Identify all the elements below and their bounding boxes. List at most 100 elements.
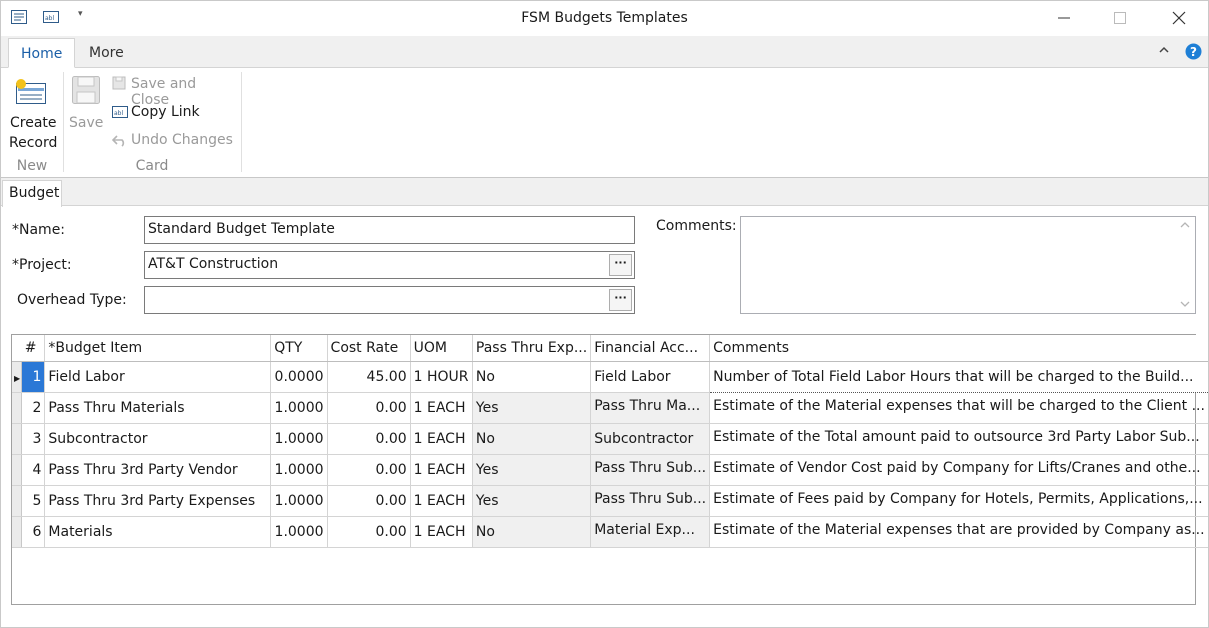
row-selector[interactable] xyxy=(12,423,23,455)
column-header-financial-account[interactable]: Financial Acc... xyxy=(590,335,711,362)
row-selector-header xyxy=(12,335,22,362)
row-number-cell[interactable]: 4 xyxy=(21,454,46,486)
uom-cell[interactable]: 1 EACH xyxy=(410,516,473,548)
undo-icon xyxy=(111,133,127,151)
pass-thru-cell[interactable]: Yes xyxy=(472,392,592,424)
uom-cell[interactable]: 1 EACH xyxy=(410,485,473,517)
qty-cell[interactable]: 1.0000 xyxy=(270,392,328,424)
comments-label: Comments: xyxy=(656,218,737,234)
row-selector[interactable] xyxy=(12,454,23,486)
uom-cell[interactable]: 1 EACH xyxy=(410,423,473,455)
ribbon-tab-strip xyxy=(0,36,1209,68)
column-header-budget-item[interactable]: *Budget Item xyxy=(44,335,272,362)
financial-account-cell[interactable]: Subcontractor xyxy=(590,423,711,455)
pass-thru-cell[interactable]: No xyxy=(472,361,592,393)
pass-thru-cell[interactable]: Yes xyxy=(472,485,592,517)
overhead-type-lookup-button[interactable]: ··· xyxy=(609,289,632,311)
budget-item-cell[interactable]: Materials xyxy=(44,516,272,548)
table-row[interactable]: 3 Subcontractor 1.0000 0.00 1 EACH No Su… xyxy=(12,423,1209,455)
uom-cell[interactable]: 1 EACH xyxy=(410,392,473,424)
row-number-cell[interactable]: 1 xyxy=(21,361,46,393)
column-header-number[interactable]: # xyxy=(21,335,46,362)
row-selector[interactable] xyxy=(12,516,23,548)
save-button[interactable]: Save xyxy=(66,72,106,136)
budget-item-cell[interactable]: Pass Thru Materials xyxy=(44,392,272,424)
column-header-uom[interactable]: UOM xyxy=(410,335,473,362)
financial-account-cell[interactable]: Field Labor xyxy=(590,361,711,393)
comments-field[interactable] xyxy=(740,216,1196,314)
column-header-comments[interactable]: Comments xyxy=(709,335,1209,362)
comments-cell[interactable]: Estimate of the Material expenses that w… xyxy=(709,392,1209,424)
table-row[interactable]: ▶ 1 Field Labor 0.0000 45.00 1 HOUR No F… xyxy=(12,360,1209,393)
comments-cell[interactable]: Estimate of the Material expenses that a… xyxy=(709,516,1209,548)
row-number-cell[interactable]: 3 xyxy=(21,423,46,455)
table-row[interactable]: 2 Pass Thru Materials 1.0000 0.00 1 EACH… xyxy=(12,392,1209,424)
row-selector[interactable] xyxy=(12,392,23,424)
save-close-icon xyxy=(112,76,127,95)
row-selector[interactable] xyxy=(12,485,23,517)
financial-account-cell[interactable]: Pass Thru Sub... xyxy=(590,454,711,486)
cost-rate-cell[interactable]: 0.00 xyxy=(327,485,411,517)
comments-cell[interactable]: Number of Total Field Labor Hours that w… xyxy=(709,360,1209,393)
qty-cell[interactable]: 1.0000 xyxy=(270,423,328,455)
qty-cell[interactable]: 1.0000 xyxy=(270,516,328,548)
close-button[interactable] xyxy=(1151,0,1207,36)
table-row[interactable]: 4 Pass Thru 3rd Party Vendor 1.0000 0.00… xyxy=(12,454,1209,486)
copy-link-button[interactable]: abl Copy Link xyxy=(110,103,220,123)
budget-item-cell[interactable]: Pass Thru 3rd Party Expenses xyxy=(44,485,272,517)
table-row[interactable]: 6 Materials 1.0000 0.00 1 EACH No Materi… xyxy=(12,516,1209,548)
qty-cell[interactable]: 1.0000 xyxy=(270,485,328,517)
budget-item-cell[interactable]: Field Labor xyxy=(44,361,272,393)
budget-item-cell[interactable]: Subcontractor xyxy=(44,423,272,455)
column-header-cost-rate[interactable]: Cost Rate xyxy=(327,335,411,362)
comments-cell[interactable]: Estimate of the Total amount paid to out… xyxy=(709,423,1209,455)
name-field[interactable]: Standard Budget Template xyxy=(144,216,635,244)
comments-cell[interactable]: Estimate of Fees paid by Company for Hot… xyxy=(709,485,1209,517)
cost-rate-cell[interactable]: 45.00 xyxy=(327,361,411,393)
budget-item-cell[interactable]: Pass Thru 3rd Party Vendor xyxy=(44,454,272,486)
window-title: FSM Budgets Templates xyxy=(521,10,688,26)
cost-rate-cell[interactable]: 0.00 xyxy=(327,423,411,455)
save-and-close-button[interactable]: Save and Close xyxy=(110,75,235,108)
table-row[interactable]: 5 Pass Thru 3rd Party Expenses 1.0000 0.… xyxy=(12,485,1209,517)
cost-rate-cell[interactable]: 0.00 xyxy=(327,454,411,486)
help-icon[interactable]: ? xyxy=(1185,43,1202,64)
undo-changes-label: Undo Changes xyxy=(131,132,233,148)
row-number-cell[interactable]: 5 xyxy=(21,485,46,517)
minimize-button[interactable] xyxy=(1036,0,1092,36)
pass-thru-cell[interactable]: No xyxy=(472,423,592,455)
row-number-cell[interactable]: 2 xyxy=(21,392,46,424)
budget-items-table: # *Budget Item QTY Cost Rate UOM Pass Th… xyxy=(12,335,1209,548)
undo-changes-button[interactable]: Undo Changes xyxy=(110,131,235,151)
row-selector[interactable]: ▶ xyxy=(12,361,23,393)
column-header-pass-thru[interactable]: Pass Thru Exp... xyxy=(472,335,592,362)
scroll-up-icon[interactable] xyxy=(1176,221,1193,232)
project-field[interactable]: AT&T Construction xyxy=(144,251,635,279)
cost-rate-cell[interactable]: 0.00 xyxy=(327,392,411,424)
svg-text:?: ? xyxy=(1190,45,1197,59)
new-group-label: New xyxy=(16,158,48,174)
column-header-qty[interactable]: QTY xyxy=(270,335,328,362)
pass-thru-cell[interactable]: Yes xyxy=(472,454,592,486)
create-record-label-2: Record xyxy=(9,135,58,151)
cost-rate-cell[interactable]: 0.00 xyxy=(327,516,411,548)
qty-cell[interactable]: 1.0000 xyxy=(270,454,328,486)
financial-account-cell[interactable]: Material Exp... xyxy=(590,516,711,548)
tab-more[interactable]: More xyxy=(77,38,136,68)
uom-cell[interactable]: 1 HOUR xyxy=(410,361,473,393)
comments-cell[interactable]: Estimate of Vendor Cost paid by Company … xyxy=(709,454,1209,486)
tab-budget[interactable]: Budget xyxy=(2,180,62,207)
maximize-button[interactable] xyxy=(1092,0,1148,36)
financial-account-cell[interactable]: Pass Thru Sub... xyxy=(590,485,711,517)
tab-home[interactable]: Home xyxy=(8,38,76,68)
scroll-down-icon[interactable] xyxy=(1176,300,1193,311)
pass-thru-cell[interactable]: No xyxy=(472,516,592,548)
uom-cell[interactable]: 1 EACH xyxy=(410,454,473,486)
collapse-ribbon-icon[interactable] xyxy=(1158,44,1170,59)
overhead-type-field[interactable] xyxy=(144,286,635,314)
create-record-button[interactable]: Create Record xyxy=(4,72,60,156)
financial-account-cell[interactable]: Pass Thru Ma... xyxy=(590,392,711,424)
project-lookup-button[interactable]: ··· xyxy=(609,254,632,276)
row-number-cell[interactable]: 6 xyxy=(21,516,46,548)
qty-cell[interactable]: 0.0000 xyxy=(270,361,328,393)
